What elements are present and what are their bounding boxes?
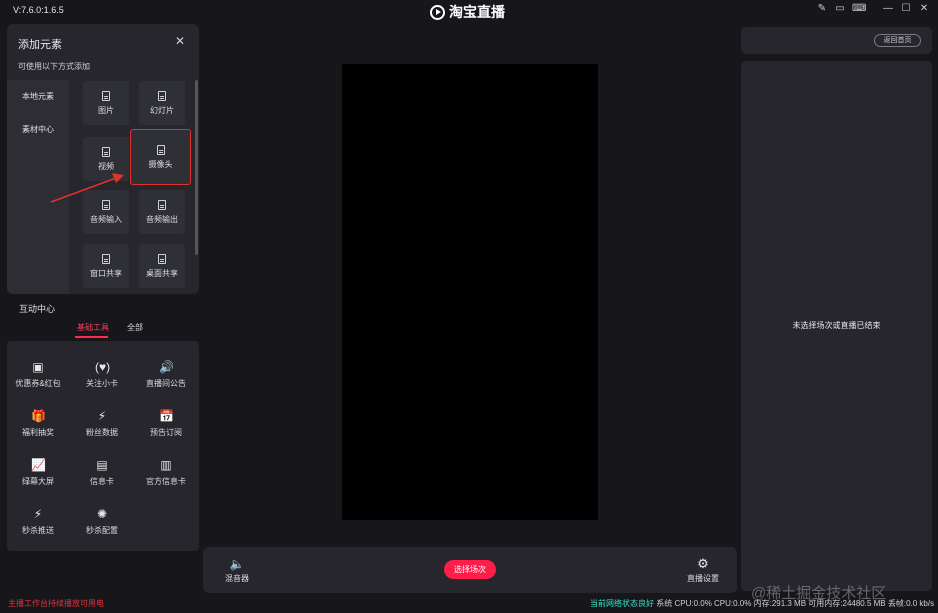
tile-desktop-share[interactable]: 桌面共享 — [139, 244, 185, 288]
tool-flash-sale-config[interactable]: ✺ 秒杀配置 — [72, 507, 132, 536]
category-material[interactable]: 素材中心 — [22, 124, 54, 135]
file-icon — [158, 253, 166, 264]
close-icon[interactable]: ✕ — [175, 34, 185, 48]
network-status: 当前网络状态良好 — [590, 599, 654, 608]
coupon-icon: ▣ — [32, 360, 44, 374]
tool-flash-sale-push[interactable]: ⚡ 秒杀推送 — [8, 507, 68, 536]
maximize-icon[interactable]: ☐ — [900, 3, 912, 15]
add-panel-title: 添加元素 — [18, 39, 62, 51]
lightning-icon: ⚡ — [97, 409, 107, 423]
empty-state-text: 未选择场次或直播已结束 — [792, 321, 881, 330]
tool-label: 秒杀配置 — [86, 526, 118, 535]
category-list: 本地元素 素材中心 — [7, 80, 69, 294]
id-card-icon: ▤ — [96, 458, 108, 472]
live-settings-button[interactable]: ⚙ 直播设置 — [687, 557, 719, 584]
tile-label: 幻灯片 — [150, 105, 174, 115]
keyboard-icon[interactable]: ⌨ — [852, 3, 866, 15]
file-icon — [158, 199, 166, 210]
tool-label: 直播间公告 — [146, 379, 186, 388]
tile-label: 桌面共享 — [146, 268, 178, 278]
flash-icon: ⚡ — [33, 507, 43, 521]
tool-label: 粉丝数据 — [86, 428, 118, 437]
file-icon — [102, 199, 110, 210]
right-panel: 未选择场次或直播已结束 — [741, 61, 932, 591]
file-icon — [102, 146, 110, 157]
tool-official-info-card[interactable]: ▥ 官方信息卡 — [136, 458, 196, 487]
brand-name: 淘宝直播 — [449, 4, 505, 20]
add-element-panel: 添加元素 ✕ 可使用以下方式添加 本地元素 素材中心 图片 幻灯片 视频 摄像头… — [7, 24, 199, 294]
return-home-button[interactable]: 返回首页 — [874, 34, 921, 47]
tile-label: 音频输入 — [90, 214, 122, 224]
live-preview[interactable] — [342, 64, 598, 520]
tool-fan-data[interactable]: ⚡ 粉丝数据 — [72, 409, 132, 438]
taobao-live-logo-icon — [430, 4, 445, 20]
tool-label: 关注小卡 — [86, 379, 118, 388]
select-session-button[interactable]: 选择场次 — [444, 560, 496, 579]
official-card-icon: ▥ — [160, 458, 172, 472]
message-icon[interactable]: ▭ — [834, 3, 846, 15]
file-icon — [102, 253, 110, 264]
edit-icon[interactable]: ✎ — [816, 3, 828, 15]
settings-label: 直播设置 — [687, 574, 719, 583]
tool-announcement[interactable]: 🔊 直播间公告 — [136, 360, 196, 389]
tile-slideshow[interactable]: 幻灯片 — [139, 81, 185, 125]
follow-icon: (♥) — [95, 360, 111, 374]
tile-label: 图片 — [98, 105, 114, 115]
tool-coupon[interactable]: ▣ 优惠券&红包 — [8, 360, 68, 389]
tile-label: 摄像头 — [148, 159, 173, 169]
tool-info-card[interactable]: ▤ 信息卡 — [72, 458, 132, 487]
app-brand: 淘宝直播 — [430, 2, 505, 22]
tile-audio-output[interactable]: 音频输出 — [139, 190, 185, 234]
tool-follow-card[interactable]: (♥) 关注小卡 — [72, 360, 132, 389]
bottom-control-bar: 🔈 混音器 选择场次 ⚙ 直播设置 — [203, 547, 737, 593]
tool-label: 预告订阅 — [150, 428, 182, 437]
tool-label: 绿幕大屏 — [22, 477, 54, 486]
mixer-button[interactable]: 🔈 混音器 — [225, 557, 249, 584]
tool-label: 官方信息卡 — [146, 477, 186, 486]
calendar-icon: 📅 — [159, 409, 174, 423]
app-version: V:7.6.0:1.6.5 — [13, 5, 64, 15]
tab-basic-tools[interactable]: 基础工具 — [77, 322, 109, 333]
file-icon — [158, 90, 166, 101]
watermark: @稀土掘金技术社区 — [751, 585, 887, 602]
tile-video[interactable]: 视频 — [83, 137, 129, 181]
tile-label: 窗口共享 — [90, 268, 122, 278]
file-icon — [102, 90, 110, 101]
active-tab-underline — [75, 336, 108, 338]
add-panel-subtitle: 可使用以下方式添加 — [18, 62, 90, 71]
tool-preview-subscribe[interactable]: 📅 预告订阅 — [136, 409, 196, 438]
mixer-label: 混音器 — [225, 574, 249, 583]
tool-green-screen[interactable]: 📈 绿幕大屏 — [8, 458, 68, 487]
tile-window-share[interactable]: 窗口共享 — [83, 244, 129, 288]
speaker-icon: 🔊 — [159, 360, 174, 374]
tool-label: 秒杀推送 — [22, 526, 54, 535]
right-header: 返回首页 — [741, 27, 932, 54]
speaker-icon: 🔈 — [229, 557, 245, 571]
tab-all[interactable]: 全部 — [127, 322, 143, 333]
tool-label: 信息卡 — [90, 477, 114, 486]
tool-grid: ▣ 优惠券&红包 (♥) 关注小卡 🔊 直播间公告 🎁 福利抽奖 ⚡ 粉丝数据 … — [7, 341, 199, 551]
tile-label: 视频 — [98, 161, 114, 171]
tool-label: 优惠券&红包 — [15, 379, 61, 388]
settings-badge-icon: ✺ — [96, 507, 108, 521]
tile-camera[interactable]: 摄像头 — [130, 129, 191, 185]
scrollbar[interactable] — [195, 80, 198, 255]
chart-icon: 📈 — [31, 458, 46, 472]
category-local[interactable]: 本地元素 — [22, 91, 54, 102]
file-icon — [156, 144, 165, 155]
tool-lottery[interactable]: 🎁 福利抽奖 — [8, 409, 68, 438]
tile-label: 音频输出 — [146, 214, 178, 224]
gift-icon: 🎁 — [31, 409, 46, 423]
window-controls: ✎ ▭ ⌨ — ☐ ✕ — [816, 3, 930, 15]
tile-image[interactable]: 图片 — [83, 81, 129, 125]
tool-label: 福利抽奖 — [22, 428, 54, 437]
close-window-icon[interactable]: ✕ — [918, 3, 930, 15]
warning-text: 主播工作台持续播放可用电 — [8, 599, 104, 608]
tile-audio-input[interactable]: 音频输入 — [83, 190, 129, 234]
interactive-center-title: 互动中心 — [19, 304, 56, 314]
gear-icon: ⚙ — [697, 556, 709, 571]
minimize-icon[interactable]: — — [882, 3, 894, 15]
